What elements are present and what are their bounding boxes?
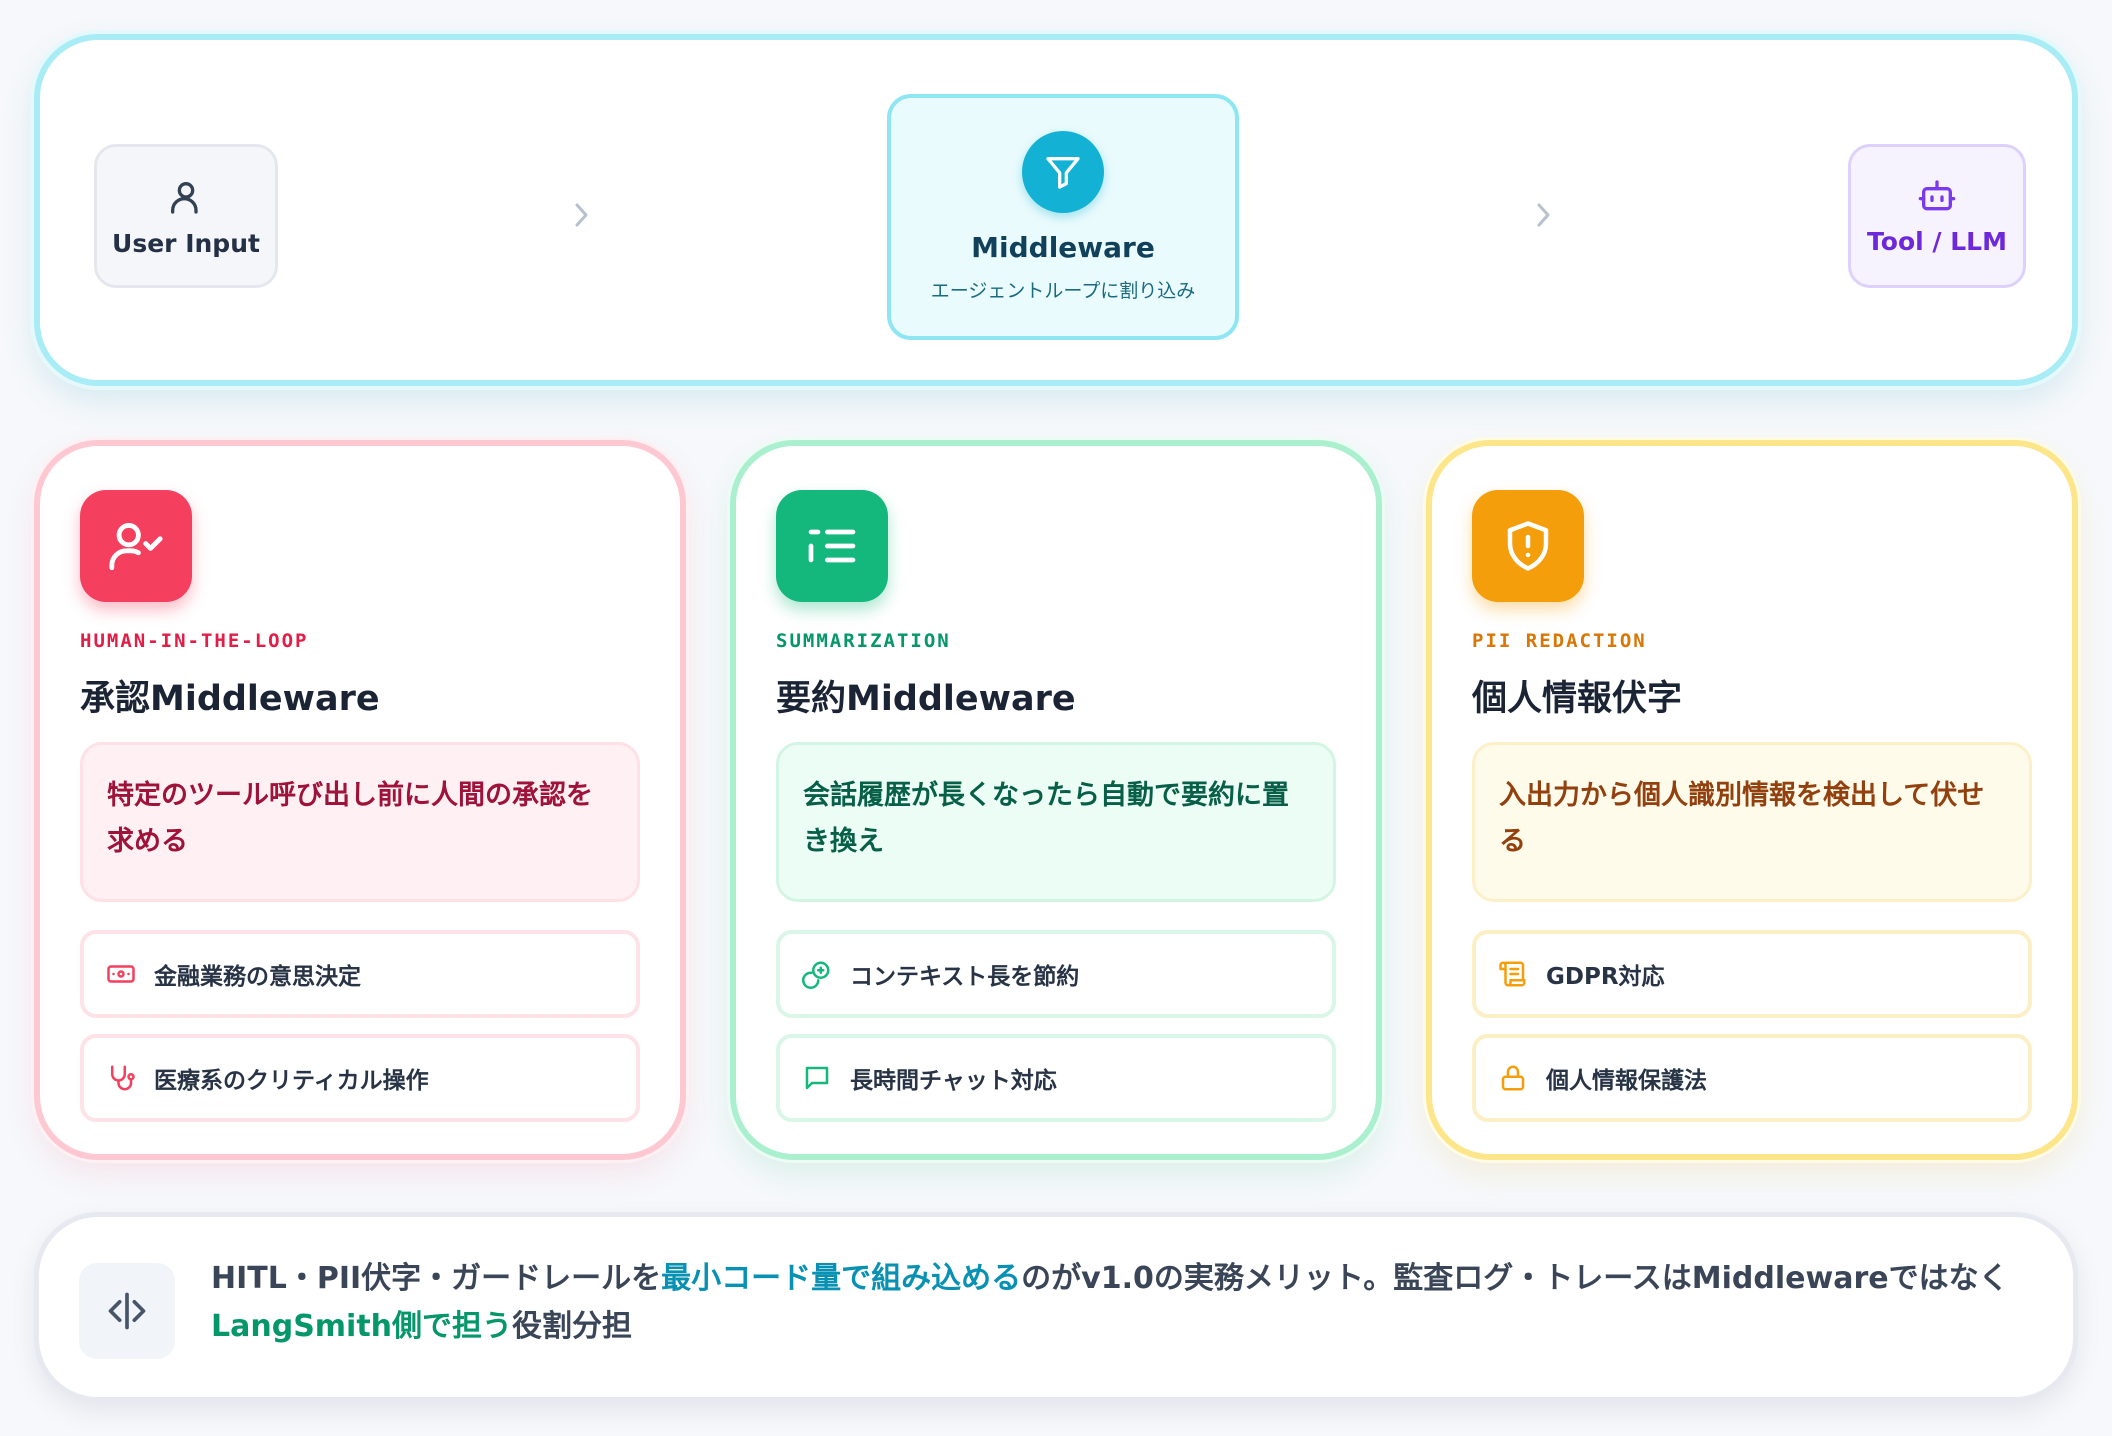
feature-item: 個人情報保護法: [1472, 1034, 2032, 1122]
note-text: HITL・PII伏字・ガードレールを最小コード量で組み込めるのがv1.0の実務メ…: [211, 1255, 2041, 1351]
card-icon-tile: [776, 490, 888, 602]
card-title: 個人情報伏字: [1472, 679, 1683, 719]
note-highlight-code: 最小コード量で組み込める: [661, 1261, 1022, 1296]
middleware-node: Middleware エージェントループに割り込み: [887, 94, 1239, 340]
card-title: 承認Middleware: [80, 679, 380, 719]
card-human-in-the-loop: HUMAN-IN-THE-LOOP 承認Middleware 特定のツール呼び出…: [34, 440, 686, 1160]
list-icon: [808, 529, 856, 563]
code-split-icon: [108, 1292, 146, 1330]
feature-label: 個人情報保護法: [1546, 1068, 1707, 1094]
summary-note: HITL・PII伏字・ガードレールを最小コード量で組み込めるのがv1.0の実務メ…: [34, 1212, 2078, 1402]
message-square-icon: [800, 1061, 834, 1095]
bot-icon: [1918, 179, 1956, 210]
feature-item: コンテキスト長を節約: [776, 930, 1336, 1018]
feature-label: コンテキスト長を節約: [850, 964, 1080, 990]
feature-label: 金融業務の意思決定: [154, 964, 361, 990]
shield-alert-icon: [1507, 521, 1549, 571]
card-description: 入出力から個人識別情報を検出して伏せる: [1472, 742, 2032, 902]
user-check-icon: [109, 523, 163, 571]
stethoscope-icon: [104, 1061, 138, 1095]
card-description: 特定のツール呼び出し前に人間の承認を求める: [80, 742, 640, 902]
feature-item: 長時間チャット対応: [776, 1034, 1336, 1122]
card-title: 要約Middleware: [776, 679, 1076, 719]
tool-llm-label: Tool / LLM: [1867, 226, 2007, 256]
card-icon-tile: [1472, 490, 1584, 602]
note-part3: 役割分担: [512, 1309, 633, 1344]
card-tag: SUMMARIZATION: [776, 630, 951, 652]
banknote-icon: [104, 957, 138, 991]
feature-item: 医療系のクリティカル操作: [80, 1034, 640, 1122]
note-part1: HITL・PII伏字・ガードレールを: [211, 1261, 662, 1296]
middleware-subtitle: エージェントループに割り込み: [930, 280, 1196, 302]
feature-label: 医療系のクリティカル操作: [154, 1068, 429, 1094]
card-description: 会話履歴が長くなったら自動で要約に置き換え: [776, 742, 1336, 902]
coins-icon: [800, 957, 834, 991]
tool-llm-node: Tool / LLM: [1848, 144, 2026, 288]
chevron-right-icon: [575, 203, 588, 227]
user-input-label: User Input: [112, 228, 260, 258]
flow-panel: User Input Middleware エージェントループに割り込み Too…: [34, 34, 2078, 386]
scroll-icon: [1496, 957, 1530, 991]
card-pii-redaction: PII REDACTION 個人情報伏字 入出力から個人識別情報を検出して伏せる…: [1426, 440, 2078, 1160]
card-tag: HUMAN-IN-THE-LOOP: [80, 630, 309, 652]
user-input-node: User Input: [94, 144, 278, 288]
feature-item: 金融業務の意思決定: [80, 930, 640, 1018]
middleware-title: Middleware: [971, 231, 1155, 264]
feature-item: GDPR対応: [1472, 930, 2032, 1018]
lock-icon: [1496, 1061, 1530, 1095]
feature-label: GDPR対応: [1546, 964, 1665, 990]
chevron-right-icon: [1537, 203, 1550, 227]
feature-label: 長時間チャット対応: [850, 1068, 1057, 1094]
card-tag: PII REDACTION: [1472, 630, 1647, 652]
middleware-badge: [1022, 131, 1104, 213]
note-icon-tile: [79, 1263, 175, 1359]
card-summarization: SUMMARIZATION 要約Middleware 会話履歴が長くなったら自動…: [730, 440, 1382, 1160]
note-part2: のがv1.0の実務メリット。監査ログ・トレースはMiddlewareではなく: [1021, 1261, 2009, 1296]
filter-icon: [1046, 157, 1080, 189]
card-icon-tile: [80, 490, 192, 602]
note-highlight-langsmith: LangSmith側で担う: [211, 1309, 513, 1344]
user-icon: [171, 181, 198, 214]
